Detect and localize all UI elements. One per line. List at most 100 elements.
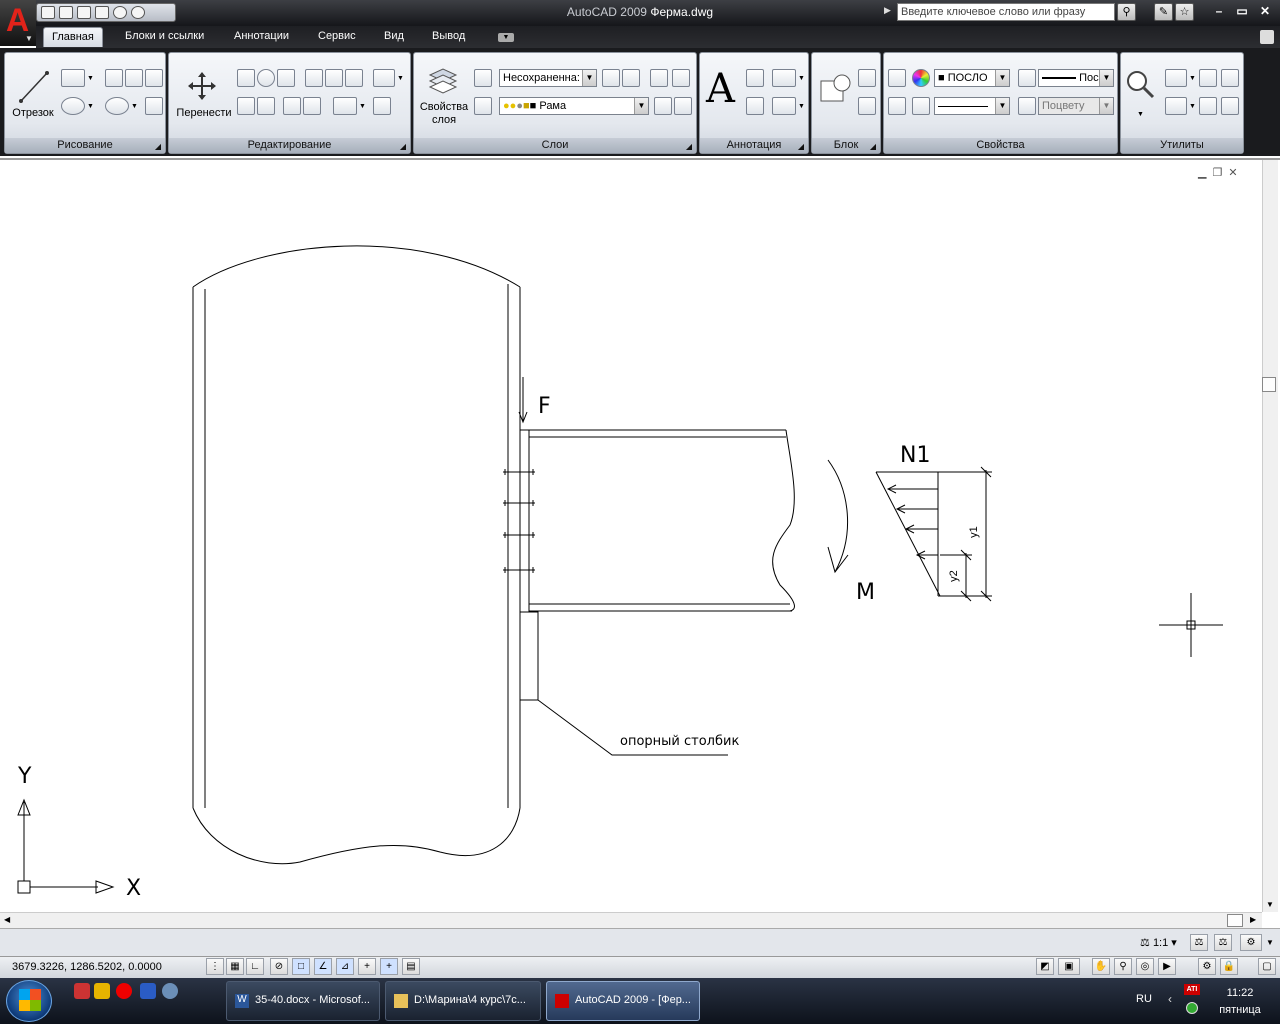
new-file-icon[interactable] — [41, 6, 55, 19]
rotate-icon[interactable] — [257, 69, 275, 87]
language-indicator[interactable]: RU — [1136, 993, 1152, 1005]
osnap-toggle-icon[interactable]: □ — [292, 958, 310, 975]
layer-unisolate-icon[interactable] — [672, 69, 690, 87]
arc-icon[interactable] — [105, 69, 123, 87]
cut-icon[interactable] — [1199, 97, 1217, 115]
line-tool-icon[interactable] — [17, 69, 51, 105]
close-drawing-button[interactable]: ✕ — [1228, 167, 1243, 179]
layer-state-dropdown[interactable]: Несохраненна: ▼ — [499, 69, 597, 87]
taskbar-word[interactable]: W 35-40.docx - Microsof... — [226, 981, 380, 1021]
panel-annotation-title[interactable]: Аннотация ◢ — [700, 138, 808, 153]
scroll-right-icon[interactable]: ▶ — [1250, 915, 1256, 924]
tab-home[interactable]: Главная — [43, 27, 103, 47]
lineweight-icon[interactable] — [1018, 69, 1036, 87]
zoom-icon[interactable]: ⚲ — [1114, 958, 1132, 975]
polyline-icon[interactable] — [61, 69, 85, 87]
panel-layers-title[interactable]: Слои ◢ — [414, 138, 696, 153]
horizontal-scrollbar[interactable] — [0, 912, 1262, 928]
scale-icon[interactable] — [305, 69, 323, 87]
lineweight-toggle-icon[interactable]: + — [380, 958, 398, 975]
horizontal-scrollbar-thumb[interactable] — [1227, 914, 1243, 927]
paste-icon[interactable] — [1165, 69, 1187, 87]
dialog-launcher-icon[interactable]: ◢ — [155, 139, 161, 154]
chevron-down-icon[interactable]: ▼ — [798, 75, 805, 82]
edit-block-icon[interactable] — [858, 97, 876, 115]
taskbar-explorer[interactable]: D:\Марина\4 курс\7с... — [385, 981, 541, 1021]
start-button[interactable] — [6, 980, 52, 1022]
minimize-window-button[interactable]: – — [1209, 4, 1229, 20]
polar-toggle-icon[interactable]: ⊘ — [270, 958, 288, 975]
chevron-down-icon[interactable]: ▼ — [87, 75, 94, 82]
restore-window-button[interactable]: ▭ — [1232, 4, 1252, 20]
panel-utilities-title[interactable]: Утилиты — [1121, 138, 1243, 153]
layer-isolate-icon[interactable] — [650, 69, 668, 87]
toolbar-lock-icon[interactable]: 🔒 — [1220, 958, 1238, 975]
quick-select-icon[interactable] — [1199, 69, 1217, 87]
coordinates-readout[interactable]: 3679.3226, 1286.5202, 0.0000 — [12, 961, 162, 973]
panel-modify-title[interactable]: Редактирование ◢ — [169, 138, 410, 153]
move-icon[interactable] — [187, 71, 217, 101]
lineweight-dropdown[interactable]: Пос ▼ — [1038, 69, 1114, 87]
single-line-text-icon[interactable] — [746, 69, 764, 87]
dyn-toggle-icon[interactable]: + — [358, 958, 376, 975]
linetype-dropdown[interactable]: ▼ — [934, 97, 1010, 115]
annotation-visibility-icon[interactable]: ⚖ — [1190, 934, 1208, 951]
steering-wheel-icon[interactable]: ◎ — [1136, 958, 1154, 975]
ribbon-maximize-button[interactable] — [1260, 30, 1274, 44]
create-block-icon[interactable] — [858, 69, 876, 87]
offset-icon[interactable] — [303, 97, 321, 115]
undo-icon[interactable] — [113, 6, 127, 19]
multiline-text-icon[interactable]: A — [706, 67, 735, 111]
layer-properties-icon[interactable] — [428, 65, 458, 97]
array-icon[interactable] — [373, 69, 395, 87]
circle-icon[interactable] — [61, 97, 85, 115]
panel-block-title[interactable]: Блок ◢ — [812, 138, 880, 153]
vertical-scrollbar-thumb[interactable] — [1262, 377, 1276, 392]
workspace-settings-icon[interactable]: ⚙ — [1198, 958, 1216, 975]
explode-icon[interactable] — [257, 97, 275, 115]
layer-dropdown[interactable]: ●●●■■ Рама ▼ — [499, 97, 649, 115]
multileader-icon[interactable] — [772, 97, 796, 115]
quicklaunch-app-icon[interactable] — [74, 983, 90, 999]
taskbar-autocad[interactable]: AutoCAD 2009 - [Фер... — [546, 981, 700, 1021]
break-icon[interactable] — [283, 97, 301, 115]
list-properties-icon[interactable] — [888, 97, 906, 115]
trim-icon[interactable] — [277, 69, 295, 87]
layer-off-icon[interactable] — [654, 97, 672, 115]
pan-icon[interactable]: ✋ — [1092, 958, 1110, 975]
move-tool-label[interactable]: Перенести — [171, 107, 237, 120]
ortho-toggle-icon[interactable]: ∟ — [246, 958, 264, 975]
layer-properties-label[interactable]: Свойства слоя — [416, 101, 472, 127]
drawing-canvas[interactable] — [0, 158, 1280, 928]
fillet-icon[interactable] — [333, 97, 357, 115]
dialog-launcher-icon[interactable]: ◢ — [400, 139, 406, 154]
close-window-button[interactable]: ✕ — [1255, 4, 1275, 20]
quicklaunch-butterfly-icon[interactable] — [94, 983, 110, 999]
opera-icon[interactable] — [116, 983, 132, 999]
chevron-down-icon[interactable]: ▼ — [131, 103, 138, 110]
select-similar-icon[interactable] — [1221, 69, 1239, 87]
chevron-down-icon[interactable]: ▼ — [397, 75, 404, 82]
grid-toggle-icon[interactable]: ▦ — [226, 958, 244, 975]
dialog-launcher-icon[interactable]: ◢ — [686, 139, 692, 154]
ati-tray-icon[interactable]: ATI — [1184, 984, 1200, 995]
linear-dimension-icon[interactable] — [772, 69, 796, 87]
ducs-toggle-icon[interactable]: ⊿ — [336, 958, 354, 975]
rectangle-icon[interactable] — [145, 69, 163, 87]
layer-freeze-icon[interactable] — [674, 97, 692, 115]
panel-properties-title[interactable]: Свойства — [884, 138, 1117, 153]
polygon-icon[interactable] — [125, 69, 143, 87]
auto-scale-icon[interactable]: ⚖ — [1214, 934, 1232, 951]
line-tool-label[interactable]: Отрезок — [7, 107, 59, 120]
tab-output[interactable]: Вывод — [424, 27, 473, 47]
layer-walk-icon[interactable] — [474, 97, 492, 115]
linetype-icon[interactable] — [912, 97, 930, 115]
redo-icon[interactable] — [131, 6, 145, 19]
copy-icon[interactable] — [237, 69, 255, 87]
infocenter-search-input[interactable]: Введите ключевое слово или фразу — [897, 3, 1115, 21]
showmotion-icon[interactable]: ▶ — [1158, 958, 1176, 975]
layer-state-icon[interactable] — [474, 69, 492, 87]
chevron-down-icon[interactable]: ▼ — [359, 103, 366, 110]
match-properties-icon[interactable] — [888, 69, 906, 87]
chevron-down-icon[interactable]: ▼ — [798, 103, 805, 110]
